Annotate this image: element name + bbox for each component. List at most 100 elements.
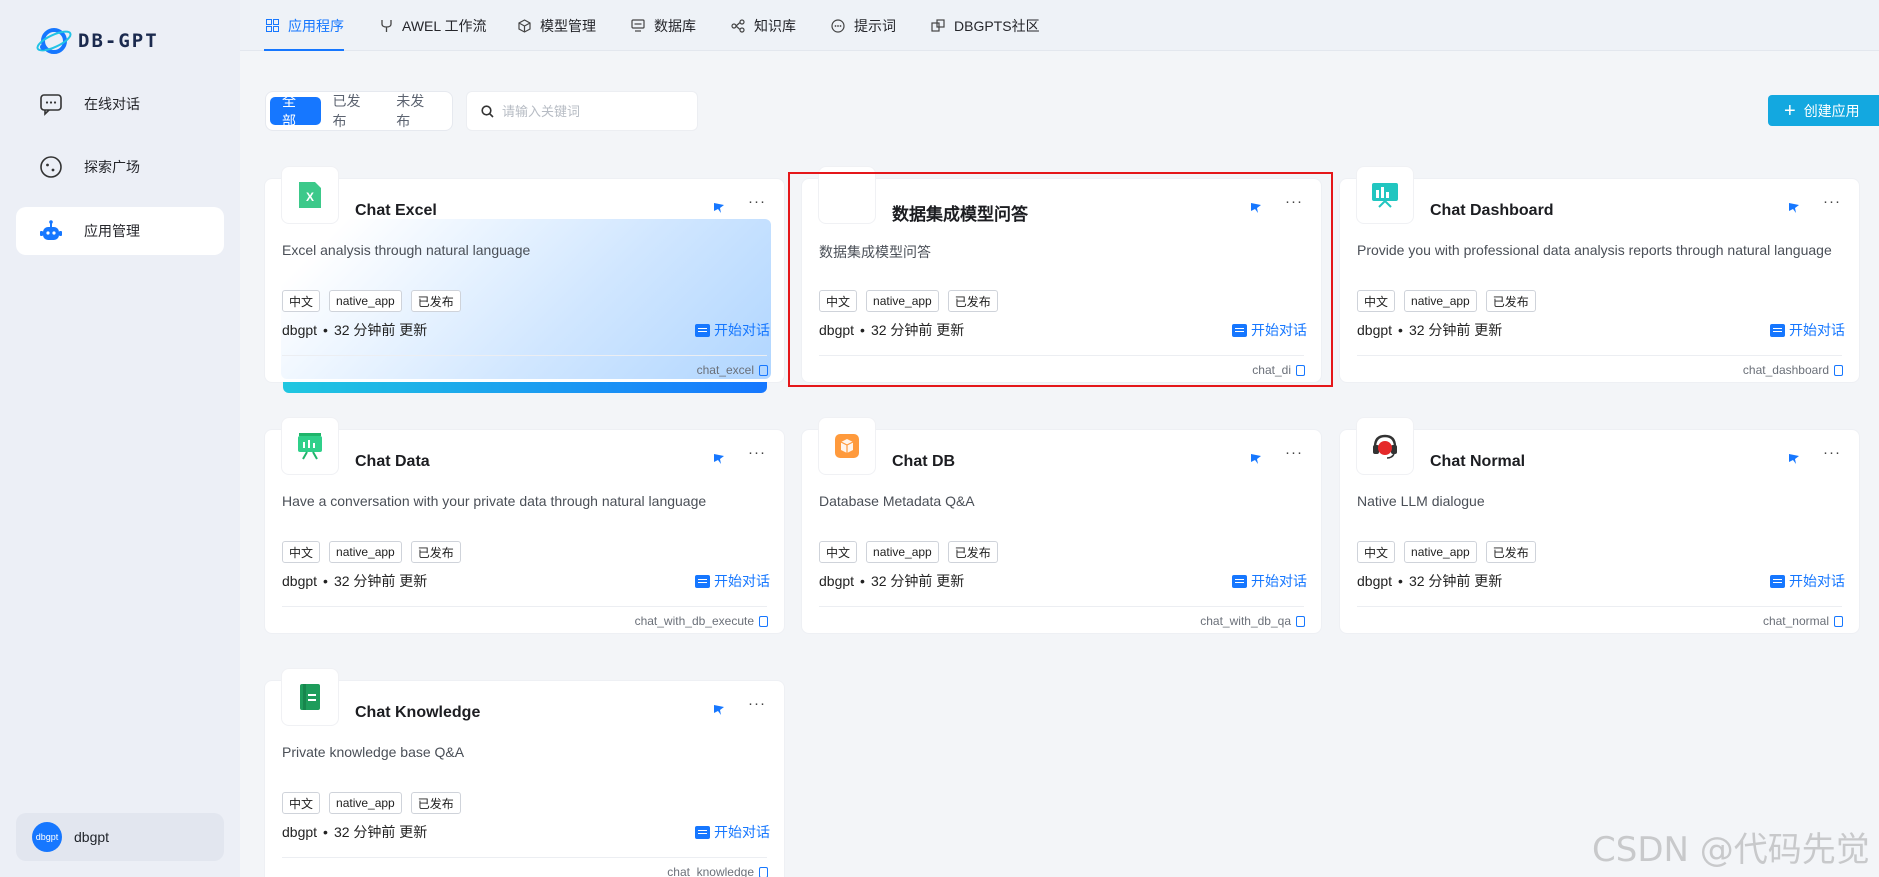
app-card[interactable]: Chat Data ··· Have a conversation with y… xyxy=(264,417,785,634)
filter-published[interactable]: 已发布 xyxy=(321,93,385,129)
app-title: Chat DB xyxy=(892,453,956,470)
pin-icon[interactable] xyxy=(711,451,727,467)
copy-icon[interactable] xyxy=(1296,615,1305,627)
sidebar: DB-GPT 在线对话 探索广场 应用管理 dbgpt dbgpt xyxy=(0,0,240,877)
user-profile[interactable]: dbgpt dbgpt xyxy=(16,813,224,861)
tab-label: 数据库 xyxy=(654,17,696,34)
sidebar-item-app-management[interactable]: 应用管理 xyxy=(16,207,224,255)
sidebar-item-explore[interactable]: 探索广场 xyxy=(16,143,224,191)
app-tags: 中文 native_app 已发布 xyxy=(819,541,1007,563)
tab-applications[interactable]: 应用程序 xyxy=(264,0,344,51)
tab-knowledge-base[interactable]: 知识库 xyxy=(730,0,796,51)
app-code: chat_normal xyxy=(1763,614,1843,628)
tab-dbgpts-community[interactable]: DBGPTS社区 xyxy=(930,0,1040,51)
tab-prompts[interactable]: 提示词 xyxy=(830,0,896,51)
pin-icon[interactable] xyxy=(711,200,727,216)
tab-awel-workflow[interactable]: AWEL 工作流 xyxy=(378,0,487,51)
start-chat-button[interactable]: 开始对话 xyxy=(1232,320,1307,340)
chat-icon xyxy=(1232,323,1247,337)
app-tag: 中文 xyxy=(819,541,858,563)
app-title: Chat Knowledge xyxy=(355,704,481,721)
pin-icon[interactable] xyxy=(1786,451,1802,467)
start-chat-button[interactable]: 开始对话 xyxy=(695,571,770,591)
app-tag: 已发布 xyxy=(1485,290,1536,312)
copy-icon[interactable] xyxy=(1296,364,1305,376)
sidebar-item-online-chat[interactable]: 在线对话 xyxy=(16,80,224,128)
more-options-icon[interactable]: ··· xyxy=(1823,444,1841,461)
presentation-icon xyxy=(281,417,339,475)
app-card[interactable]: 数据集成模型问答 ··· 数据集成模型问答 中文 native_app 已发布 db… xyxy=(801,166,1322,383)
create-app-button[interactable]: + 创建应用 xyxy=(1768,95,1879,126)
start-chat-button[interactable]: 开始对话 xyxy=(1770,320,1845,340)
avatar: dbgpt xyxy=(32,822,62,852)
book-icon xyxy=(281,668,339,726)
community-icon xyxy=(930,18,946,34)
more-options-icon[interactable]: ··· xyxy=(748,193,766,210)
app-description: Have a conversation with your private da… xyxy=(282,493,707,509)
app-code-text: chat_excel xyxy=(696,363,754,377)
tab-label: AWEL 工作流 xyxy=(402,17,487,34)
more-options-icon[interactable]: ··· xyxy=(1285,444,1303,461)
database-icon xyxy=(630,18,646,34)
chat-icon xyxy=(695,574,710,588)
more-options-icon[interactable]: ··· xyxy=(1285,193,1303,210)
filter-all[interactable]: 全部 xyxy=(270,93,321,129)
copy-icon[interactable] xyxy=(1834,615,1843,627)
app-card[interactable]: Chat Knowledge ··· Private knowledge bas… xyxy=(264,668,785,877)
start-chat-label: 开始对话 xyxy=(1789,573,1845,589)
app-tag: native_app xyxy=(866,541,939,563)
start-chat-button[interactable]: 开始对话 xyxy=(1770,571,1845,591)
tab-label: 知识库 xyxy=(754,17,796,34)
app-code: chat_dashboard xyxy=(1743,363,1843,377)
app-card[interactable]: Chat DB ··· Database Metadata Q&A 中文 nati… xyxy=(801,417,1322,634)
app-card[interactable]: Chat Normal ··· Native LLM dialogue 中文 na… xyxy=(1339,417,1860,634)
app-owner: dbgpt xyxy=(282,322,318,338)
search-input[interactable] xyxy=(502,103,682,119)
blank-icon xyxy=(818,166,876,224)
app-owner-info: dbgpt • 32 分钟前 更新 xyxy=(282,573,428,589)
app-card[interactable]: X Chat Excel ··· Excel analysis through … xyxy=(264,166,785,383)
app-card[interactable]: Chat Dashboard ··· Provide you with prof… xyxy=(1339,166,1860,383)
pin-icon[interactable] xyxy=(1248,200,1264,216)
app-owner-info: dbgpt • 32 分钟前 更新 xyxy=(1357,322,1503,338)
copy-icon[interactable] xyxy=(759,615,768,627)
pin-icon[interactable] xyxy=(1786,200,1802,216)
chat-bubble-icon xyxy=(38,91,64,117)
app-owner-info: dbgpt • 32 分钟前 更新 xyxy=(282,824,428,840)
copy-icon[interactable] xyxy=(759,364,768,376)
tab-model-management[interactable]: 模型管理 xyxy=(516,0,596,51)
app-tags: 中文 native_app 已发布 xyxy=(1357,541,1545,563)
more-options-icon[interactable]: ··· xyxy=(748,444,766,461)
pin-icon[interactable] xyxy=(1248,451,1264,467)
app-tag: native_app xyxy=(329,290,402,312)
more-options-icon[interactable]: ··· xyxy=(1823,193,1841,210)
card-divider xyxy=(819,355,1304,356)
logo[interactable]: DB-GPT xyxy=(34,24,159,58)
tab-label: 模型管理 xyxy=(540,17,596,34)
copy-icon[interactable] xyxy=(1834,364,1843,376)
start-chat-button[interactable]: 开始对话 xyxy=(695,822,770,842)
app-tag: 中文 xyxy=(819,290,858,312)
card-divider xyxy=(1357,606,1842,607)
sidebar-item-label: 探索广场 xyxy=(84,159,140,175)
more-options-icon[interactable]: ··· xyxy=(748,695,766,712)
app-tag: 中文 xyxy=(282,290,321,312)
app-description: Excel analysis through natural language xyxy=(282,242,531,258)
filter-unpublished[interactable]: 未发布 xyxy=(384,93,448,129)
app-tag: 中文 xyxy=(282,541,321,563)
tab-database[interactable]: 数据库 xyxy=(630,0,696,51)
app-description: Database Metadata Q&A xyxy=(819,493,975,509)
start-chat-label: 开始对话 xyxy=(714,573,770,589)
prompt-icon xyxy=(830,18,846,34)
dashboard-icon xyxy=(1356,166,1414,224)
app-owner: dbgpt xyxy=(282,824,318,840)
card-hover-bar xyxy=(283,382,767,393)
app-tag: 已发布 xyxy=(1485,541,1536,563)
pin-icon[interactable] xyxy=(711,702,727,718)
tab-label: DBGPTS社区 xyxy=(954,17,1040,34)
start-chat-button[interactable]: 开始对话 xyxy=(695,320,770,340)
start-chat-button[interactable]: 开始对话 xyxy=(1232,571,1307,591)
card-divider xyxy=(282,857,767,858)
app-code: chat_excel xyxy=(697,363,768,377)
copy-icon[interactable] xyxy=(759,866,768,877)
